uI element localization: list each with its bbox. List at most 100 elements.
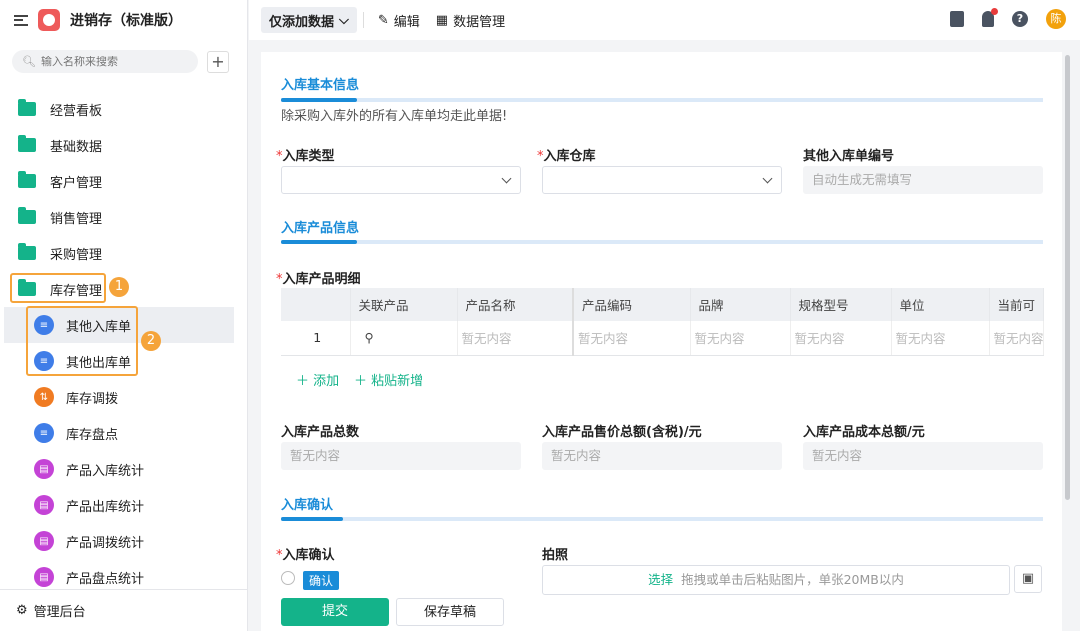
step-badge: 2 xyxy=(141,331,161,351)
save-draft-button[interactable]: 保存草稿 xyxy=(396,598,504,626)
highlight-box xyxy=(10,273,106,303)
total-price-label: 入库产品售价总额(含税)/元 xyxy=(542,425,702,440)
sidebar-item-label: 采购管理 xyxy=(50,247,103,263)
add-button[interactable]: + xyxy=(207,51,229,73)
edit-label: 编辑 xyxy=(393,14,420,30)
sidebar-item-label: 库存盘点 xyxy=(66,427,119,443)
sidebar-item-label: 库存调拨 xyxy=(66,391,119,407)
help-icon[interactable]: ? xyxy=(1012,11,1028,27)
toolbar: 仅添加数据 ⌵ ✎ 编辑 ▦ 数据管理 ? 陈 xyxy=(249,0,1080,40)
cell: 暂无内容 xyxy=(790,321,892,356)
document-icon: ≡ xyxy=(34,423,54,443)
notebook-icon[interactable] xyxy=(950,11,964,27)
chart-icon: ▤ xyxy=(34,567,54,587)
sidebar-item-transfer-stats[interactable]: ▤ 产品调拨统计 xyxy=(0,523,248,559)
total-cost-label: 入库产品成本总额/元 xyxy=(803,425,925,440)
total-qty-field: 暂无内容 xyxy=(281,442,521,470)
section-bar xyxy=(281,517,1043,521)
section-title-basic: 入库基本信息 xyxy=(281,78,360,93)
chart-icon: ▤ xyxy=(34,495,54,515)
section-description: 除采购入库外的所有入库单均走此单据! xyxy=(281,109,508,124)
warehouse-label: *入库仓库 xyxy=(537,149,596,164)
sidebar-item-dashboard[interactable]: 经营看板 xyxy=(0,91,248,127)
view-dropdown[interactable]: 仅添加数据 ⌵ xyxy=(261,7,357,33)
sidebar-item-label: 产品入库统计 xyxy=(66,463,145,479)
divider xyxy=(362,12,364,28)
chart-icon: ▤ xyxy=(34,531,54,551)
admin-link[interactable]: ⚙ 管理后台 xyxy=(0,589,248,631)
chevron-down-icon: ⌵ xyxy=(339,12,349,28)
sidebar-item-basic-data[interactable]: 基础数据 xyxy=(0,127,248,163)
column-header: 单位 xyxy=(891,288,990,321)
data-manage-button[interactable]: ▦ 数据管理 xyxy=(428,7,513,33)
cell: 暂无内容 xyxy=(457,321,574,356)
section-title-confirm: 入库确认 xyxy=(281,498,334,513)
confirm-option-tag[interactable]: 确认 xyxy=(303,571,340,590)
view-label: 仅添加数据 xyxy=(269,14,335,30)
section-bar xyxy=(281,240,1043,244)
scrollbar[interactable] xyxy=(1065,55,1070,500)
app-logo-icon xyxy=(38,9,60,31)
sidebar-item-outbound-stats[interactable]: ▤ 产品出库统计 xyxy=(0,487,248,523)
section-title-products: 入库产品信息 xyxy=(281,221,360,236)
avatar[interactable]: 陈 xyxy=(1046,9,1066,29)
sidebar-item-transfer[interactable]: ⇅ 库存调拨 xyxy=(0,379,248,415)
column-header xyxy=(281,288,351,321)
warehouse-select[interactable] xyxy=(542,166,782,194)
sidebar-item-sales[interactable]: 销售管理 xyxy=(0,199,248,235)
sidebar-item-inbound-stats[interactable]: ▤ 产品入库统计 xyxy=(0,451,248,487)
column-header: 产品编码 xyxy=(573,288,691,321)
pencil-icon: ✎ xyxy=(377,12,389,28)
menu-icon[interactable] xyxy=(14,14,28,26)
chevron-down-icon xyxy=(762,173,773,184)
sidebar-item-stocktake[interactable]: ≡ 库存盘点 xyxy=(0,415,248,451)
cell: 暂无内容 xyxy=(690,321,791,356)
number-field: 自动生成无需填写 xyxy=(803,166,1043,194)
cell: 暂无内容 xyxy=(989,321,1044,356)
photo-upload-area[interactable]: 选择 拖拽或单击后粘贴图片，单张20MB以内 xyxy=(542,565,1010,595)
folder-icon xyxy=(18,171,36,188)
edit-button[interactable]: ✎ 编辑 xyxy=(370,7,428,33)
sidebar-item-label: 产品调拨统计 xyxy=(66,535,145,551)
step-badge: 1 xyxy=(109,277,129,297)
total-price-field: 暂无内容 xyxy=(542,442,782,470)
brand: 进销存（标准版） xyxy=(14,8,182,32)
folder-icon xyxy=(18,135,36,152)
sidebar-item-label: 销售管理 xyxy=(50,211,103,227)
column-header: 产品名称 xyxy=(457,288,574,321)
product-table: 关联产品 产品名称 产品编码 品牌 规格型号 单位 当前可 1 ⚲ 暂无内容 暂… xyxy=(281,288,1044,356)
sidebar-item-label: 基础数据 xyxy=(50,139,103,155)
table-header: 关联产品 产品名称 产品编码 品牌 规格型号 单位 当前可 xyxy=(281,288,1044,321)
paste-add-button[interactable]: ＋ 粘贴新增 xyxy=(354,370,423,389)
chevron-down-icon xyxy=(501,173,512,184)
link-product-icon[interactable]: ⚲ xyxy=(350,321,458,356)
sidebar-item-purchase[interactable]: 采购管理 xyxy=(0,235,248,271)
add-row-button[interactable]: ＋ 添加 xyxy=(296,370,339,389)
column-header: 当前可 xyxy=(989,288,1044,321)
chart-icon: ▤ xyxy=(34,459,54,479)
table-icon: ▦ xyxy=(435,12,449,28)
sidebar-item-label: 产品盘点统计 xyxy=(66,571,145,587)
search-icon: 🔍︎ xyxy=(22,55,36,68)
table-row: 1 ⚲ 暂无内容 暂无内容 暂无内容 暂无内容 暂无内容 暂无内容 xyxy=(281,321,1044,356)
column-header: 关联产品 xyxy=(350,288,458,321)
bell-icon[interactable] xyxy=(982,8,998,27)
qr-code-icon[interactable]: ▣ xyxy=(1014,565,1042,593)
transfer-icon: ⇅ xyxy=(34,387,54,407)
number-label: 其他入库单编号 xyxy=(803,149,895,164)
type-select[interactable] xyxy=(281,166,521,194)
folder-icon xyxy=(18,207,36,224)
search-input[interactable] xyxy=(40,55,191,68)
cell: 暂无内容 xyxy=(573,321,691,356)
search-box[interactable]: 🔍︎ xyxy=(12,50,198,73)
sidebar-item-label: 产品出库统计 xyxy=(66,499,145,515)
sidebar-item-customers[interactable]: 客户管理 xyxy=(0,163,248,199)
submit-button[interactable]: 提交 xyxy=(281,598,389,626)
confirm-radio[interactable] xyxy=(281,571,295,585)
row-index: 1 xyxy=(281,321,351,356)
detail-label: *入库产品明细 xyxy=(276,272,361,287)
app-title: 进销存（标准版） xyxy=(70,13,182,29)
photo-label: 拍照 xyxy=(542,548,569,563)
toolbar-icons: ? 陈 xyxy=(950,8,1066,29)
form-card: 入库基本信息 除采购入库外的所有入库单均走此单据! *入库类型 *入库仓库 其他… xyxy=(261,52,1062,631)
